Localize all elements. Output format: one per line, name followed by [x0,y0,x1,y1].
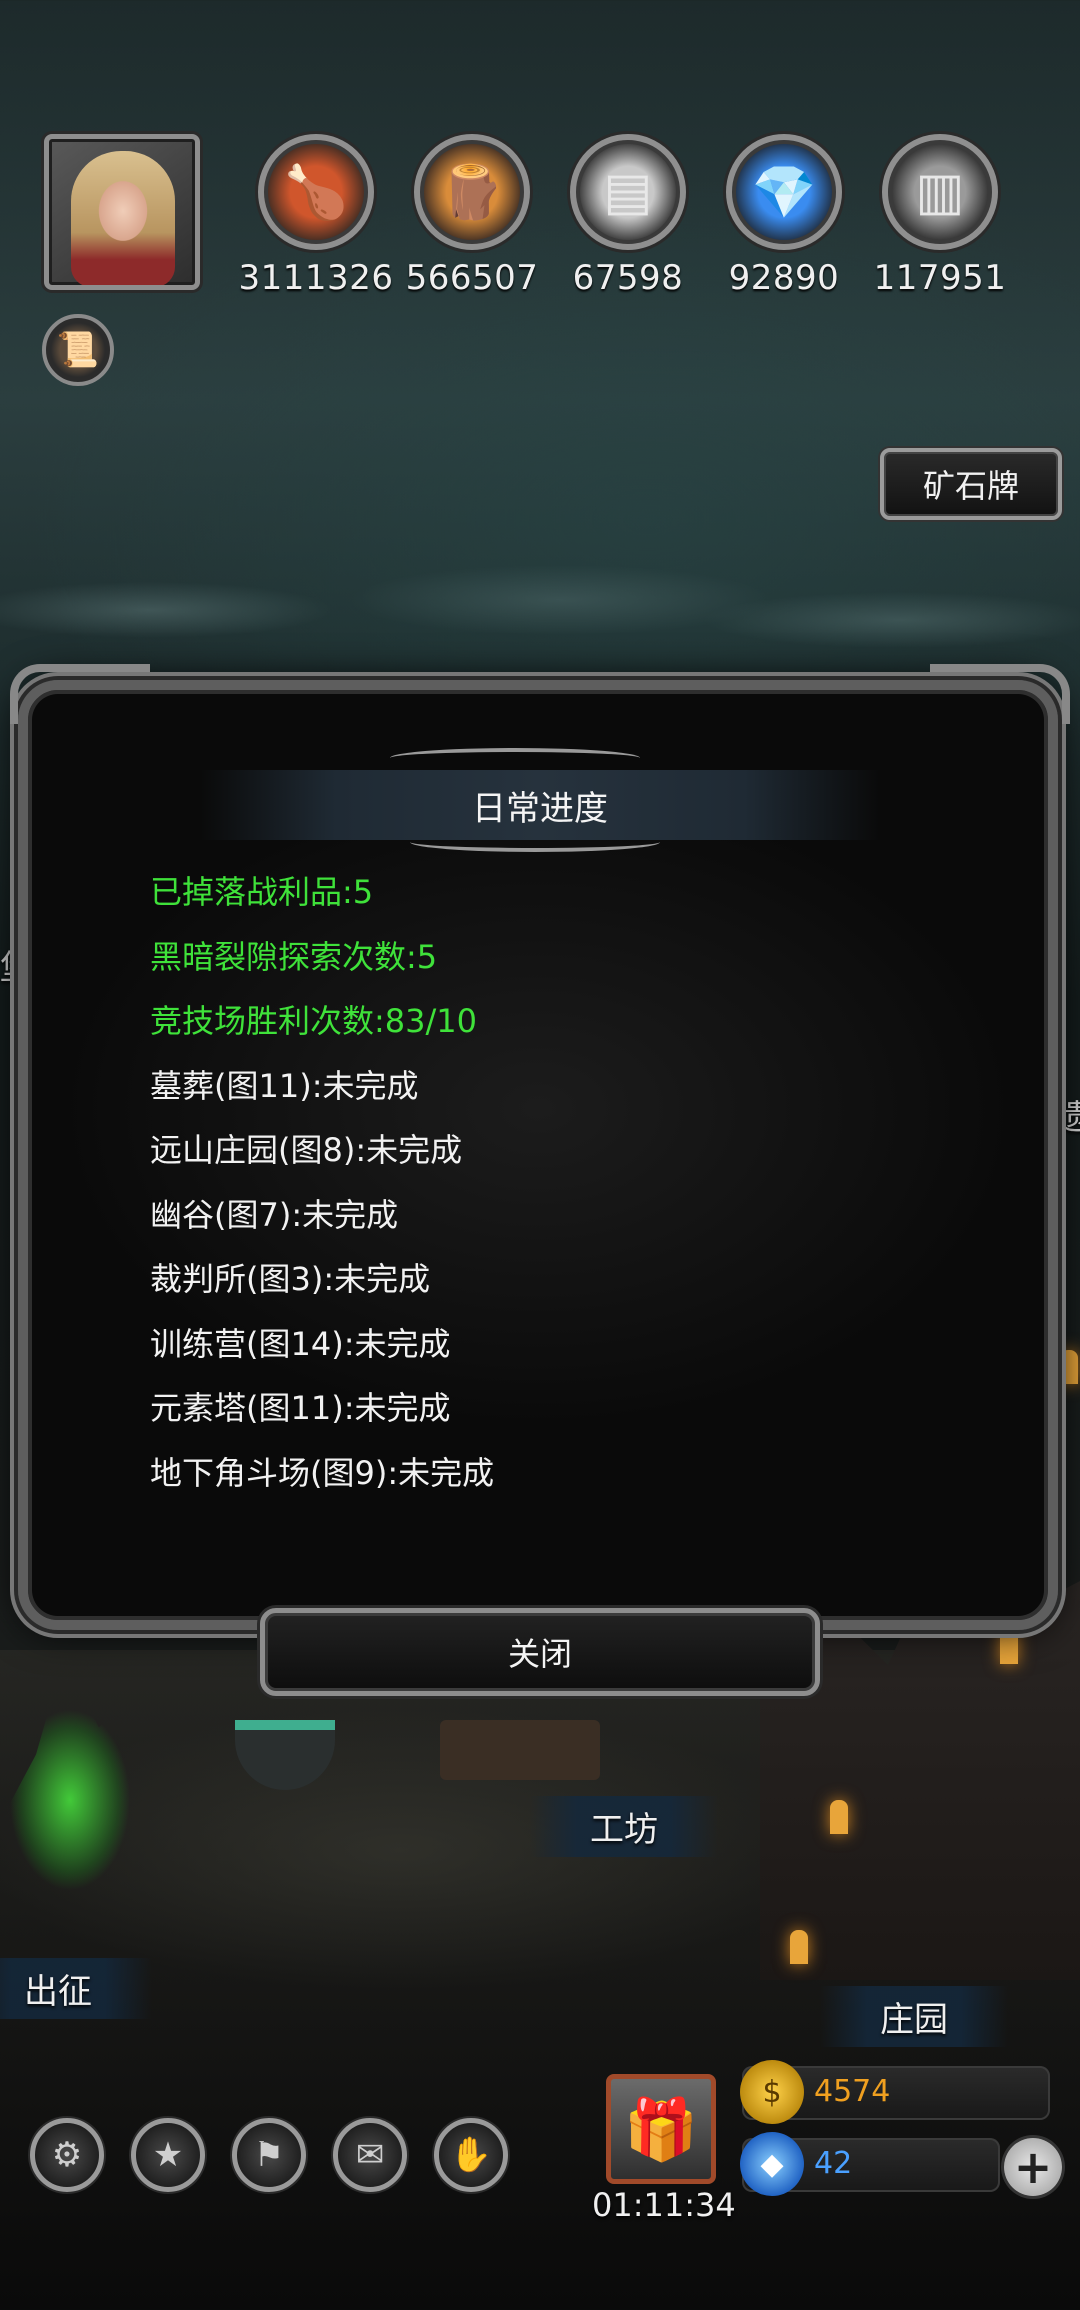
avatar-portrait [71,151,175,285]
cart [440,1720,600,1780]
sky-clouds [0,540,1080,680]
resource-value: 566507 [405,258,539,298]
gold-coin-icon: $ [740,2060,804,2124]
map-label-workshop[interactable]: 工坊 [530,1796,718,1857]
list-item: 地下角斗场(图9):未完成 [150,1453,495,1492]
cauldron [235,1720,335,1790]
gem-value: 42 [814,2146,853,2181]
list-item: 幽谷(图7):未完成 [150,1195,399,1234]
steel-icon: ▥ [882,134,998,250]
close-button[interactable]: 关闭 [260,1608,820,1696]
map-label-expedition[interactable]: 出征 [0,1958,152,2019]
resource-meat: 🍗 3111326 [236,134,396,298]
scroll-icon[interactable]: 📜 [42,314,114,386]
gem-counter: ◆ 42 [740,2132,1000,2196]
map-label-manor[interactable]: 庄园 [820,1986,1008,2047]
settings-gear-icon[interactable]: ⚙ [30,2118,104,2192]
list-item: 黑暗裂隙探索次数:5 [150,937,438,976]
gold-counter: $ 4574 [740,2060,1050,2124]
ore-token-button[interactable]: 矿石牌 [880,448,1062,520]
gift-timer: 01:11:34 [592,2186,736,2224]
resource-value: 117951 [873,258,1007,298]
add-gems-plus-icon[interactable]: + [1004,2138,1062,2196]
blue-gem-icon: ◆ [740,2132,804,2196]
progress-list[interactable]: 已掉落战利品:5 黑暗裂隙探索次数:5 竞技场胜利次数:83/10 墓葬(图11… [150,870,910,1530]
list-item: 竞技场胜利次数:83/10 [150,1002,478,1040]
resource-iron: ▤ 67598 [548,134,708,298]
list-item: 元素塔(图11):未完成 [150,1389,451,1427]
dialog-ornament [10,664,150,724]
list-item: 训练营(图14):未完成 [150,1324,451,1363]
meat-icon: 🍗 [258,134,374,250]
ground [0,1650,1080,2310]
resource-wood: 🪵 566507 [392,134,552,298]
list-item: 已掉落战利品:5 [150,873,374,911]
dialog-title: 日常进度 [200,770,880,840]
list-item: 墓葬(图11):未完成 [150,1066,419,1105]
map-label-right-edge[interactable]: 遗 [1056,1090,1080,1139]
player-avatar[interactable] [44,134,200,290]
crystal-icon: 💎 [726,134,842,250]
mail-icon[interactable]: ✉ [333,2118,407,2192]
gift-box-icon[interactable]: 🎁 [606,2074,716,2184]
banner-icon[interactable]: ⚑ [232,2118,306,2192]
handshake-icon[interactable]: ✋ [434,2118,508,2192]
title-ornament [390,748,640,768]
iron-icon: ▤ [570,134,686,250]
dialog-ornament [930,664,1070,724]
list-item: 裁判所(图3):未完成 [150,1260,431,1298]
green-crystal[interactable] [0,1660,180,1930]
wood-icon: 🪵 [414,134,530,250]
resource-value: 3111326 [238,258,394,298]
star-icon[interactable]: ★ [131,2118,205,2192]
list-item: 远山庄园(图8):未完成 [150,1131,463,1169]
gold-value: 4574 [814,2074,891,2109]
resource-steel: ▥ 117951 [860,134,1020,298]
resource-value: 92890 [728,258,840,298]
resource-value: 67598 [572,258,684,298]
resource-crystal: 💎 92890 [704,134,864,298]
